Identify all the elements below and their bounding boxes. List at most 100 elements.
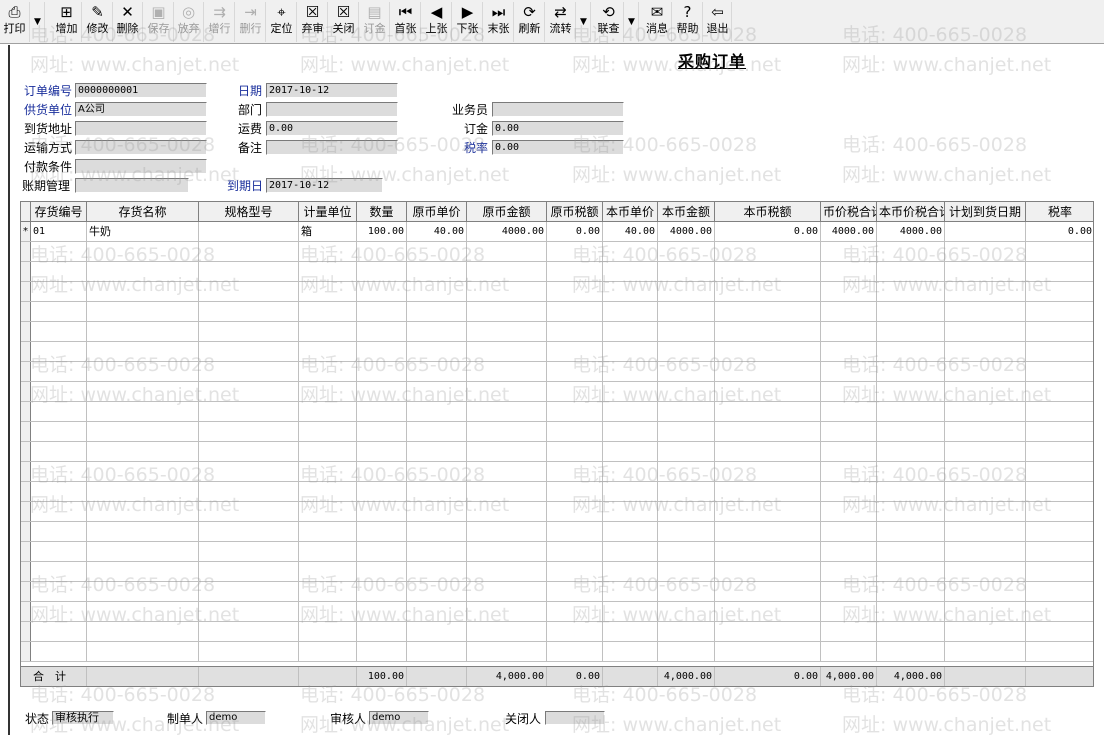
table-cell[interactable]: [299, 622, 357, 641]
table-cell[interactable]: [603, 602, 658, 621]
table-cell[interactable]: [603, 322, 658, 341]
toolbar-button-delete-row[interactable]: ⇥ 删行: [236, 2, 266, 42]
table-cell[interactable]: [467, 562, 547, 581]
table-cell[interactable]: [1026, 482, 1093, 501]
table-cell[interactable]: [547, 462, 603, 481]
table-cell[interactable]: [407, 422, 467, 441]
table-row[interactable]: [21, 522, 1093, 542]
table-row[interactable]: [21, 342, 1093, 362]
table-cell[interactable]: [467, 402, 547, 421]
credit-period-field[interactable]: [75, 178, 189, 193]
table-cell[interactable]: [547, 422, 603, 441]
row-selector[interactable]: [21, 402, 31, 421]
table-cell[interactable]: [877, 622, 945, 641]
table-cell[interactable]: [715, 562, 821, 581]
table-cell[interactable]: [357, 562, 407, 581]
table-cell[interactable]: [199, 282, 299, 301]
table-cell[interactable]: [31, 542, 87, 561]
table-cell[interactable]: [407, 282, 467, 301]
table-cell[interactable]: [299, 242, 357, 261]
table-cell[interactable]: [603, 482, 658, 501]
table-cell[interactable]: [299, 542, 357, 561]
toolbar-button-delete[interactable]: ✕ 删除: [113, 2, 143, 42]
table-cell[interactable]: [547, 542, 603, 561]
table-cell[interactable]: [407, 322, 467, 341]
table-cell[interactable]: [547, 482, 603, 501]
toolbar-button-add[interactable]: ⊞ 增加: [52, 2, 82, 42]
column-header[interactable]: 原币单价: [407, 202, 467, 221]
table-cell[interactable]: [87, 442, 199, 461]
table-cell[interactable]: [199, 482, 299, 501]
table-cell[interactable]: [199, 502, 299, 521]
table-cell[interactable]: [603, 542, 658, 561]
table-row[interactable]: [21, 242, 1093, 262]
table-cell[interactable]: [715, 262, 821, 281]
table-cell[interactable]: [357, 582, 407, 601]
table-cell[interactable]: [357, 482, 407, 501]
table-cell[interactable]: [357, 402, 407, 421]
table-cell[interactable]: [31, 482, 87, 501]
table-cell[interactable]: [357, 362, 407, 381]
row-selector[interactable]: [21, 562, 31, 581]
row-selector[interactable]: *: [21, 222, 31, 241]
table-cell[interactable]: [945, 402, 1026, 421]
table-cell[interactable]: [31, 462, 87, 481]
table-cell[interactable]: [31, 602, 87, 621]
table-cell[interactable]: [877, 382, 945, 401]
table-cell[interactable]: [603, 302, 658, 321]
table-cell[interactable]: [547, 242, 603, 261]
table-cell[interactable]: [357, 602, 407, 621]
transport-field[interactable]: [75, 140, 207, 155]
table-cell[interactable]: [547, 382, 603, 401]
table-cell[interactable]: [877, 322, 945, 341]
table-cell[interactable]: [821, 282, 877, 301]
row-selector[interactable]: [21, 362, 31, 381]
table-cell[interactable]: [547, 582, 603, 601]
row-selector[interactable]: [21, 442, 31, 461]
table-cell[interactable]: [715, 502, 821, 521]
table-cell[interactable]: [658, 542, 715, 561]
linked-query-dropdown-button[interactable]: ▼: [625, 2, 639, 42]
table-cell[interactable]: [87, 302, 199, 321]
table-cell[interactable]: [1026, 462, 1093, 481]
table-cell[interactable]: [87, 602, 199, 621]
table-cell[interactable]: [658, 302, 715, 321]
table-cell[interactable]: [199, 242, 299, 261]
table-cell[interactable]: [547, 342, 603, 361]
table-cell[interactable]: [1026, 402, 1093, 421]
flow-dropdown-button[interactable]: ▼: [577, 2, 591, 42]
table-cell[interactable]: [87, 282, 199, 301]
order-lines-grid[interactable]: 存货编号 存货名称 规格型号 计量单位 数量 原币单价 原币金额 原币税额 本币单价 本币金额 本币…: [20, 201, 1094, 687]
table-cell[interactable]: [357, 282, 407, 301]
table-cell[interactable]: [658, 562, 715, 581]
table-cell[interactable]: [821, 462, 877, 481]
table-cell[interactable]: [1026, 522, 1093, 541]
table-cell[interactable]: [467, 522, 547, 541]
tax-rate-field[interactable]: 0.00: [492, 140, 624, 155]
table-cell[interactable]: [87, 262, 199, 281]
table-cell[interactable]: [199, 602, 299, 621]
table-cell[interactable]: [299, 282, 357, 301]
table-cell[interactable]: [821, 502, 877, 521]
table-cell[interactable]: [31, 302, 87, 321]
table-cell[interactable]: [87, 622, 199, 641]
table-cell[interactable]: [31, 342, 87, 361]
table-cell[interactable]: [821, 642, 877, 661]
table-cell[interactable]: [87, 462, 199, 481]
table-cell[interactable]: [877, 582, 945, 601]
table-cell[interactable]: [299, 562, 357, 581]
table-cell[interactable]: [31, 562, 87, 581]
table-cell[interactable]: [467, 362, 547, 381]
table-cell[interactable]: [407, 302, 467, 321]
table-cell[interactable]: [715, 242, 821, 261]
table-cell[interactable]: [945, 382, 1026, 401]
table-cell[interactable]: [821, 262, 877, 281]
toolbar-button-message[interactable]: ✉ 消息: [643, 2, 672, 42]
table-cell[interactable]: [1026, 362, 1093, 381]
column-header[interactable]: 存货编号: [31, 202, 87, 221]
table-cell[interactable]: [407, 342, 467, 361]
table-cell[interactable]: [877, 442, 945, 461]
table-cell[interactable]: [31, 502, 87, 521]
table-cell[interactable]: [407, 262, 467, 281]
toolbar-button-last-record[interactable]: ⏭ 末张: [484, 2, 514, 42]
